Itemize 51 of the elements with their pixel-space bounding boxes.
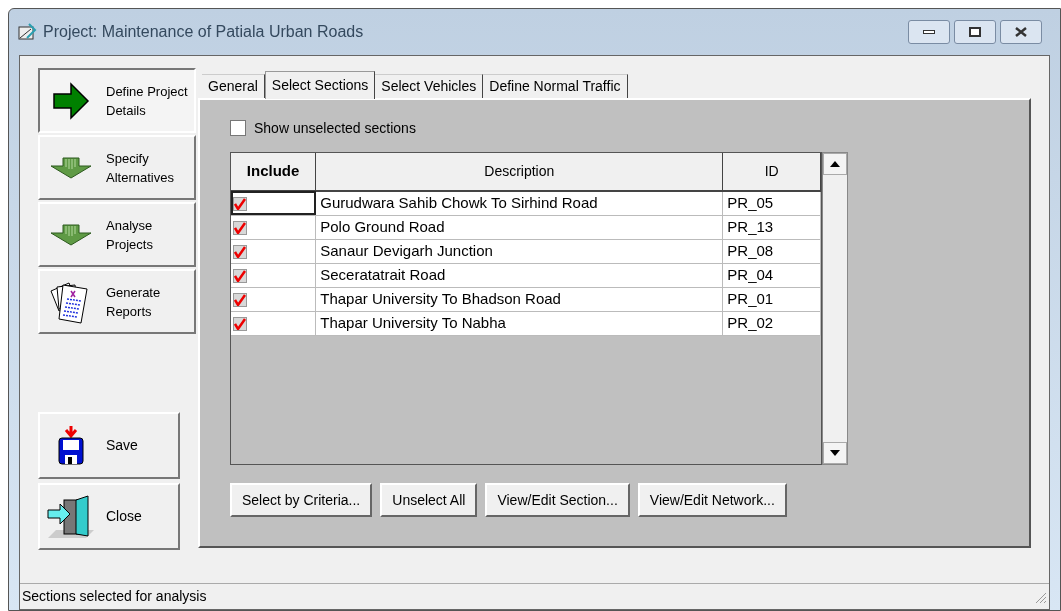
close-button[interactable]: Close bbox=[38, 483, 180, 550]
table-cell: Polo Ground Road bbox=[315, 215, 723, 239]
table-cell: PR_04 bbox=[722, 263, 821, 287]
tab[interactable]: Select Sections bbox=[264, 71, 376, 99]
window-title: Project: Maintenance of Patiala Urban Roads bbox=[43, 22, 364, 42]
nav-button[interactable]: Analyse Projects bbox=[38, 202, 196, 267]
floppy-disk-icon bbox=[56, 425, 86, 466]
table-cell: PR_01 bbox=[722, 287, 821, 311]
close-icon bbox=[1014, 27, 1028, 37]
close-button[interactable] bbox=[1000, 20, 1042, 44]
table-cell: PR_08 bbox=[722, 239, 821, 263]
nav-button[interactable]: Generate Reports bbox=[38, 269, 196, 334]
include-checkbox[interactable] bbox=[233, 292, 247, 307]
include-checkbox[interactable] bbox=[233, 197, 247, 212]
include-checkbox[interactable] bbox=[233, 220, 247, 235]
restore-button[interactable] bbox=[954, 20, 996, 44]
include-checkbox[interactable] bbox=[233, 244, 247, 259]
app-icon bbox=[17, 22, 37, 42]
action-button[interactable]: View/Edit Section... bbox=[485, 483, 630, 517]
column-header[interactable]: Description bbox=[315, 153, 723, 191]
scrollbar[interactable] bbox=[822, 152, 848, 465]
table-cell: Seceratatrait Road bbox=[315, 263, 723, 287]
include-checkbox[interactable] bbox=[233, 268, 247, 283]
scroll-down-icon[interactable] bbox=[830, 450, 840, 456]
table-cell: PR_13 bbox=[722, 215, 821, 239]
status-bar-text: Sections selected for analysis bbox=[21, 587, 207, 606]
down-arrow-icon bbox=[49, 156, 93, 179]
action-button[interactable]: Unselect All bbox=[380, 483, 478, 517]
tab[interactable]: General bbox=[202, 74, 265, 98]
include-checkbox[interactable] bbox=[233, 316, 247, 331]
action-button[interactable]: View/Edit Network... bbox=[637, 483, 787, 517]
minimize-button[interactable] bbox=[908, 20, 950, 44]
table-cell: Gurudwara Sahib Chowk To Sirhind Road bbox=[315, 191, 723, 215]
table-cell: Sanaur Devigarh Junction bbox=[315, 239, 723, 263]
right-arrow-icon bbox=[51, 80, 91, 121]
down-arrow-icon bbox=[49, 223, 93, 246]
nav-button[interactable]: Specify Alternatives bbox=[38, 135, 196, 200]
column-header[interactable]: ID bbox=[722, 153, 821, 191]
nav-button[interactable]: Define Project Details bbox=[38, 68, 196, 133]
tab[interactable]: Define Normal Traffic bbox=[483, 74, 628, 98]
table-cell: Thapar University To Bhadson Road bbox=[315, 287, 723, 311]
action-button[interactable]: Select by Criteria... bbox=[230, 483, 373, 517]
column-header[interactable]: Include bbox=[231, 153, 316, 191]
scroll-up-icon[interactable] bbox=[830, 161, 840, 167]
table-cell: PR_05 bbox=[722, 191, 821, 215]
tab[interactable]: Select Vehicles bbox=[375, 74, 484, 98]
save-button[interactable]: Save bbox=[38, 412, 180, 479]
door-exit-icon bbox=[46, 493, 96, 540]
show-unselected-checkbox[interactable]: Show unselected sections bbox=[230, 118, 1029, 138]
table-cell: Thapar University To Nabha bbox=[315, 311, 723, 335]
table-cell: PR_02 bbox=[722, 311, 821, 335]
